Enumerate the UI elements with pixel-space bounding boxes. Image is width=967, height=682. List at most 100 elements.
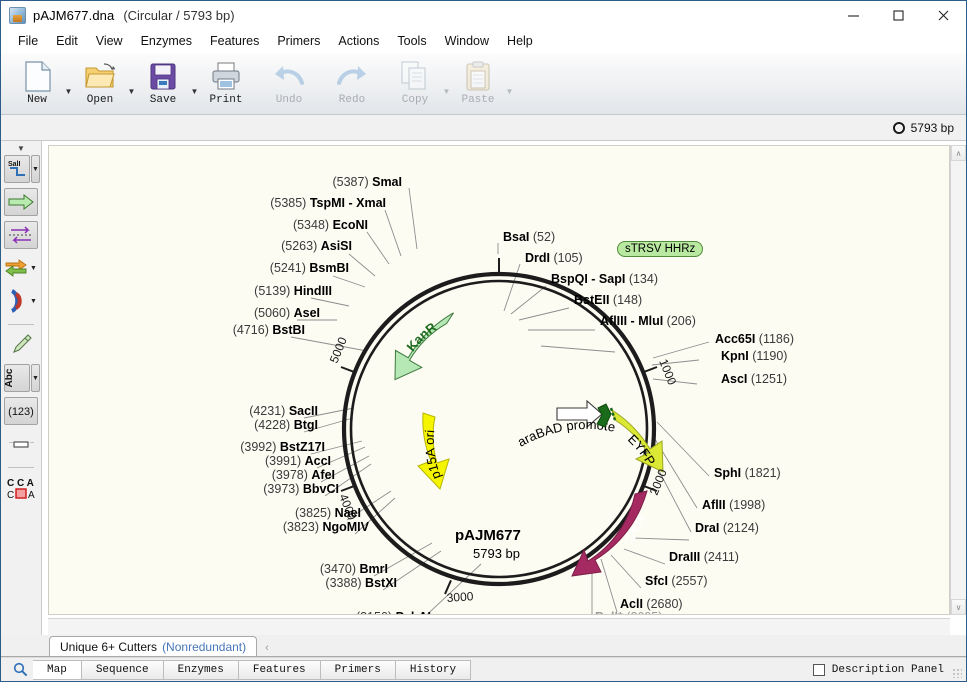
site-smai[interactable]: (5387) SmaI <box>332 175 402 189</box>
mutation-tool[interactable]: C C A C A <box>4 474 38 502</box>
orange-green-arrows-icon <box>4 254 28 282</box>
feature-p15a-ori[interactable]: p15A ori <box>417 408 450 490</box>
primer-tool[interactable] <box>4 221 38 249</box>
menu-actions[interactable]: Actions <box>329 32 388 50</box>
translation-tool-caret[interactable]: ▼ <box>29 254 38 282</box>
site-asci[interactable]: AscI (1251) <box>721 372 787 386</box>
feature-kanr[interactable]: KanR <box>394 312 457 381</box>
new-document-icon <box>24 59 51 93</box>
menu-features[interactable]: Features <box>201 32 268 50</box>
menu-file[interactable]: File <box>9 32 47 50</box>
paste-dropdown-caret[interactable]: ▼ <box>504 87 515 96</box>
tab-enzymes[interactable]: Enzymes <box>163 659 239 680</box>
tab-primers[interactable]: Primers <box>320 659 396 680</box>
tab-sequence[interactable]: Sequence <box>81 659 164 680</box>
translation-tool[interactable]: ▼ <box>4 254 38 282</box>
hairpin-tool-caret[interactable]: ▼ <box>29 287 38 315</box>
site-bspqi-sapi[interactable]: BspQI - SapI (134) <box>551 272 658 286</box>
site-draiii[interactable]: DraIII (2411) <box>669 550 739 564</box>
menu-edit[interactable]: Edit <box>47 32 87 50</box>
number-tool[interactable]: (123) <box>4 397 38 425</box>
site-bsai[interactable]: BsaI (52) <box>503 230 555 244</box>
copy-button[interactable]: Copy <box>389 57 441 106</box>
site-sacii[interactable]: (4231) SacII <box>249 404 318 418</box>
site-bstz17i[interactable]: (3992) BstZ17I <box>240 440 325 454</box>
save-dropdown-caret[interactable]: ▼ <box>189 87 200 96</box>
maximize-button[interactable] <box>876 1 921 29</box>
tab-history[interactable]: History <box>395 659 472 680</box>
site-ngomiv[interactable]: (3823) NgoMIV <box>283 520 369 534</box>
resize-grip[interactable] <box>952 668 962 678</box>
copy-dropdown-caret[interactable]: ▼ <box>441 87 452 96</box>
text-label-tool[interactable]: Abc ▼ <box>4 364 40 392</box>
enzyme-set-prev-arrow[interactable]: ‹ <box>265 642 269 656</box>
site-bsteii[interactable]: BstEII (148) <box>574 293 642 307</box>
site-drai[interactable]: DraI (2124) <box>695 521 759 535</box>
site-bstxi[interactable]: (3388) BstXI <box>325 576 397 590</box>
site-kpni[interactable]: KpnI (1190) <box>721 349 787 363</box>
site-hindiii[interactable]: (5139) HindIII <box>254 284 332 298</box>
redo-button[interactable]: Redo <box>326 57 378 106</box>
site-sfci[interactable]: SfcI (2557) <box>645 574 708 588</box>
menu-view[interactable]: View <box>87 32 132 50</box>
site-asisi[interactable]: (5263) AsiSI <box>281 239 352 253</box>
site-btgi[interactable]: (4228) BtgI <box>254 418 318 432</box>
site-acli[interactable]: AclI (2680) <box>620 597 683 611</box>
open-dropdown-caret[interactable]: ▼ <box>126 87 137 96</box>
selection-tool-caret[interactable]: ▼ <box>31 155 40 183</box>
description-panel-checkbox[interactable] <box>812 663 825 676</box>
site-naei[interactable]: (3825) NaeI <box>295 506 361 520</box>
site-bmri[interactable]: (3470) BmrI <box>320 562 388 576</box>
menu-help[interactable]: Help <box>498 32 542 50</box>
rail-collapse-caret[interactable]: ▼ <box>17 143 25 155</box>
print-button[interactable]: Print <box>200 57 252 106</box>
highlighter-tool[interactable] <box>4 331 38 359</box>
search-icon[interactable] <box>7 662 33 677</box>
site-afliii-mlui[interactable]: AflIII - MluI (206) <box>600 314 696 328</box>
tab-features[interactable]: Features <box>238 659 321 680</box>
site-afei[interactable]: (3978) AfeI <box>272 468 335 482</box>
ruler-tool[interactable]: .. .. <box>4 430 38 458</box>
description-panel-toggle[interactable]: Description Panel <box>812 663 944 676</box>
site-pshai[interactable]: (3150) PshAI <box>356 610 431 614</box>
site-acci[interactable]: (3991) AccI <box>265 454 331 468</box>
site-bsmbi[interactable]: (5241) BsmBI <box>270 261 349 275</box>
menu-tools[interactable]: Tools <box>388 32 435 50</box>
feature-arrow-tool[interactable] <box>4 188 38 216</box>
printer-icon <box>211 59 241 93</box>
minimize-button[interactable] <box>831 1 876 29</box>
site-econi[interactable]: (5348) EcoNI <box>293 218 368 232</box>
close-button[interactable] <box>921 1 966 29</box>
menu-window[interactable]: Window <box>436 32 498 50</box>
hairpin-tool[interactable]: ▼ <box>4 287 38 315</box>
site-sphi[interactable]: SphI (1821) <box>714 466 781 480</box>
menu-primers[interactable]: Primers <box>268 32 329 50</box>
tab-map[interactable]: Map <box>33 659 82 680</box>
site-acc65i[interactable]: Acc65I (1186) <box>715 332 794 346</box>
menu-bar: File Edit View Enzymes Features Primers … <box>1 29 966 53</box>
bottom-tab-bar: Map Sequence Enzymes Features Primers Hi… <box>1 657 966 681</box>
site-aflii[interactable]: AflII (1998) <box>702 498 765 512</box>
site-bstbi[interactable]: (4716) BstBI <box>233 323 305 337</box>
open-button[interactable]: Open <box>74 57 126 106</box>
horizontal-scrollbar[interactable] <box>48 618 950 635</box>
selection-enzyme-tool[interactable]: SalI ▼ <box>4 155 40 183</box>
plasmid-map-canvas[interactable]: KanR p15A ori araBAD prom e EYFP araC 10… <box>48 145 950 615</box>
save-button[interactable]: Save <box>137 57 189 106</box>
plasmid-map-graphic: KanR p15A ori araBAD prom e EYFP araC 10… <box>49 146 710 614</box>
site-asei[interactable]: (5060) AseI <box>254 306 320 320</box>
new-button[interactable]: New <box>11 57 63 106</box>
paste-button[interactable]: Paste <box>452 57 504 106</box>
undo-button[interactable]: Undo <box>263 57 315 106</box>
menu-enzymes[interactable]: Enzymes <box>132 32 201 50</box>
vertical-scrollbar[interactable]: ∧ ∨ <box>950 145 966 615</box>
enzyme-set-tab[interactable]: Unique 6+ Cutters (Nonredundant) <box>49 636 258 656</box>
new-dropdown-caret[interactable]: ▼ <box>63 87 74 96</box>
strsv-hhrz-badge[interactable]: sTRSV HHRz <box>617 241 704 257</box>
text-tool-caret[interactable]: ▼ <box>31 364 40 392</box>
site-bbvci[interactable]: (3973) BbvCI <box>263 482 339 496</box>
scroll-down-arrow[interactable]: ∨ <box>951 599 966 615</box>
site-tspmi-xmai[interactable]: (5385) TspMI - XmaI <box>270 196 386 210</box>
scroll-up-arrow[interactable]: ∧ <box>951 145 966 161</box>
site-drdi[interactable]: DrdI (105) <box>525 251 583 265</box>
